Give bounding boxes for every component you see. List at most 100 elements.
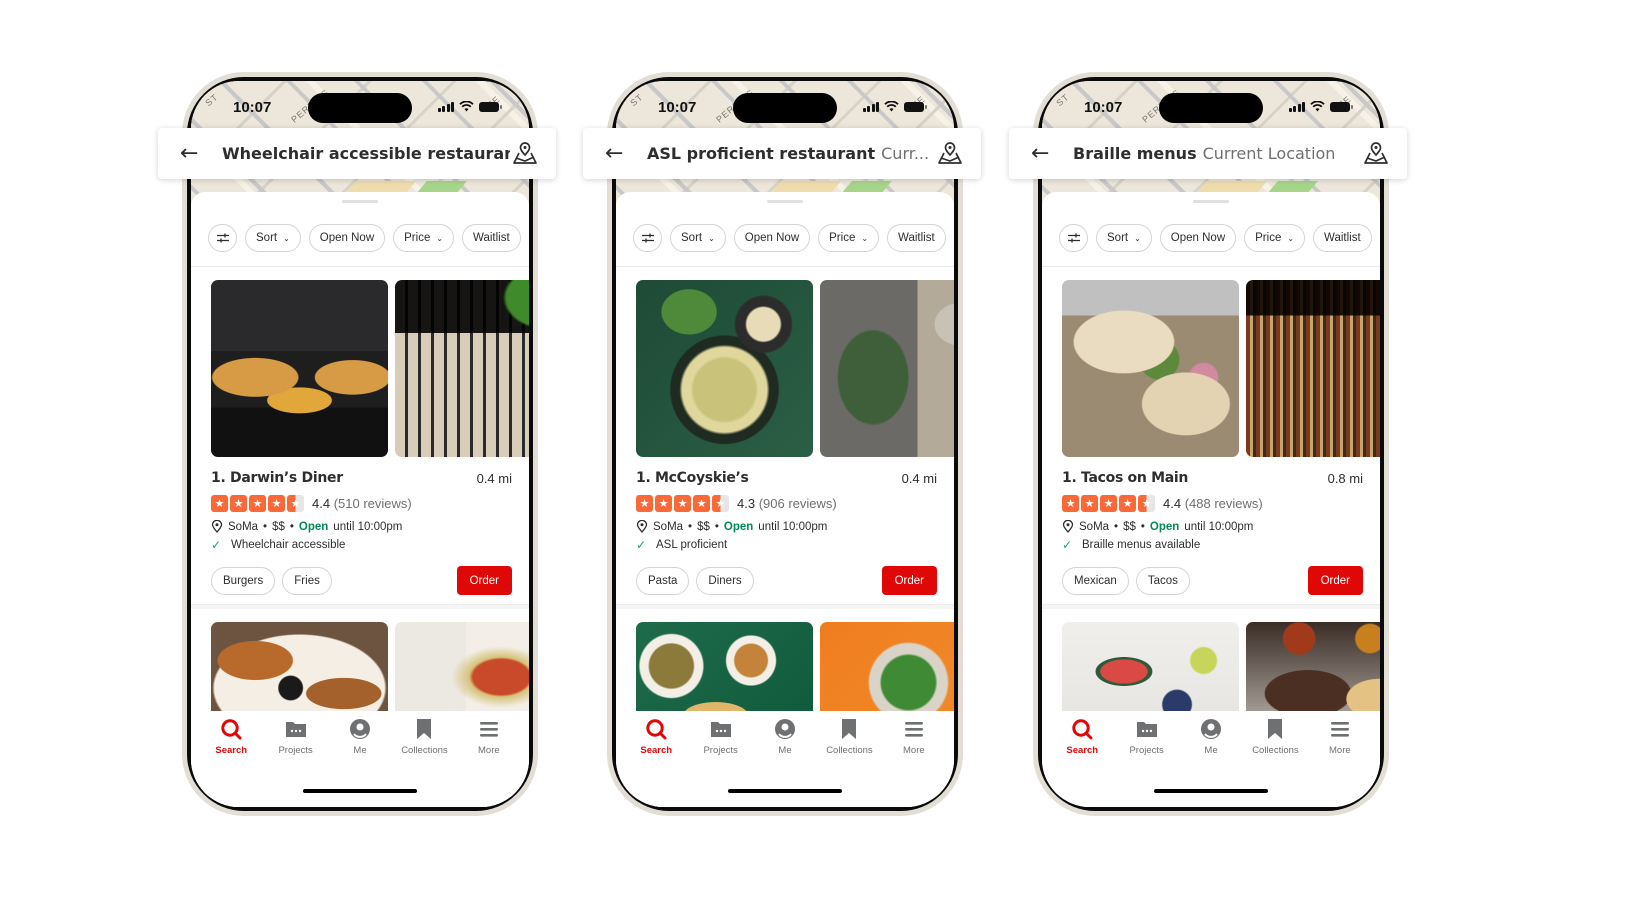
review-count[interactable]: (906 reviews): [759, 496, 837, 511]
waitlist-filter[interactable]: Waitlist: [1313, 224, 1372, 252]
tab-label: Projects: [1129, 745, 1164, 756]
photo-green-beans[interactable]: [820, 622, 954, 722]
profile-icon: [350, 719, 371, 739]
photo-shared-table[interactable]: [636, 622, 813, 722]
hours: until 10:00pm: [333, 520, 403, 533]
status-icons: [437, 101, 502, 112]
tab-projects[interactable]: Projects: [688, 717, 752, 807]
business-name[interactable]: 1. McCoyskie’s: [636, 470, 749, 486]
open-now-filter[interactable]: Open Now: [308, 224, 386, 252]
tab-collections[interactable]: Collections: [1243, 717, 1307, 807]
tab-label: Search: [215, 745, 248, 756]
map-view-button[interactable]: [1361, 139, 1391, 169]
category-tag[interactable]: Burgers: [211, 566, 276, 595]
price-filter[interactable]: Price ⌄: [393, 224, 455, 252]
tab-projects[interactable]: Projects: [263, 717, 327, 807]
map-view-button[interactable]: [935, 139, 965, 169]
sort-filter[interactable]: Sort ⌄: [670, 224, 726, 252]
photo-bar-bottles[interactable]: [1246, 280, 1380, 457]
tab-me[interactable]: Me: [1179, 717, 1243, 807]
business-card[interactable]: 1. Darwin’s Diner 0.4 mi ★ ★ ★ ★ ★ 4.4 (510 …: [211, 470, 512, 595]
waitlist-filter[interactable]: Waitlist: [462, 224, 521, 252]
category-tag[interactable]: Fries: [282, 566, 332, 595]
projects-folder-icon: [1136, 722, 1157, 737]
tab-collections[interactable]: Collections: [817, 717, 881, 807]
search-header[interactable]: ← Braille menus Current Location: [1009, 128, 1407, 179]
tab-projects[interactable]: Projects: [1114, 717, 1178, 807]
business-card[interactable]: 1. Tacos on Main 0.8 mi ★ ★ ★ ★ ★ 4.4 (488 r…: [1062, 470, 1363, 595]
photo-bbq-platter[interactable]: [1246, 622, 1380, 722]
photo-patio-dining[interactable]: [820, 280, 954, 457]
tab-search[interactable]: Search: [624, 717, 688, 807]
price-filter[interactable]: Price ⌄: [818, 224, 880, 252]
search-query: Wheelchair accessible restaurant: [222, 144, 510, 163]
category-tag[interactable]: Mexican: [1062, 566, 1129, 595]
sheet-grabber[interactable]: [767, 200, 803, 203]
tab-more[interactable]: More: [1308, 717, 1372, 807]
business-card[interactable]: 1. McCoyskie’s 0.4 mi ★ ★ ★ ★ ★ 4.3 (906 rev…: [636, 470, 937, 595]
sheet-grabber[interactable]: [1193, 200, 1229, 203]
photo-tacos-closeup[interactable]: [1062, 280, 1239, 457]
business-photos[interactable]: [1062, 280, 1380, 457]
price-filter[interactable]: Price ⌄: [1244, 224, 1306, 252]
next-business-photos[interactable]: [636, 622, 954, 722]
photo-restaurant-exterior[interactable]: [395, 280, 529, 457]
filters-button[interactable]: [1059, 224, 1088, 252]
open-now-filter[interactable]: Open Now: [1159, 224, 1237, 252]
tab-more[interactable]: More: [882, 717, 946, 807]
chevron-down-icon: ⌄: [861, 233, 869, 243]
sheet-grabber[interactable]: [342, 200, 378, 203]
search-header[interactable]: ← Wheelchair accessible restaurant: [158, 128, 556, 179]
search-field[interactable]: ASL proficient restaurant Curr...: [647, 144, 935, 163]
feature-label: Wheelchair accessible: [231, 539, 346, 551]
back-arrow-icon[interactable]: ←: [1031, 141, 1057, 166]
map-view-button[interactable]: [510, 139, 540, 169]
order-button[interactable]: Order: [881, 566, 937, 595]
open-now-filter[interactable]: Open Now: [733, 224, 811, 252]
category-tag[interactable]: Tacos: [1135, 566, 1190, 595]
business-distance: 0.4 mi: [901, 470, 937, 486]
filters-button[interactable]: [633, 224, 662, 252]
results-sheet: Sort ⌄ Open Now Price ⌄ Waitlist 1. Tacos …: [1042, 192, 1380, 807]
category-tag[interactable]: Diners: [696, 566, 754, 595]
next-business-photos[interactable]: [1062, 622, 1380, 722]
photo-chicken-waffles[interactable]: [211, 622, 388, 722]
back-arrow-icon[interactable]: ←: [180, 141, 206, 166]
order-button[interactable]: Order: [456, 566, 512, 595]
business-photos[interactable]: [211, 280, 529, 457]
sort-filter[interactable]: Sort ⌄: [245, 224, 301, 252]
tab-collections[interactable]: Collections: [392, 717, 456, 807]
business-name[interactable]: 1. Darwin’s Diner: [211, 470, 343, 486]
tab-more[interactable]: More: [457, 717, 521, 807]
battery-icon: [904, 101, 927, 112]
review-count[interactable]: (488 reviews): [1185, 496, 1263, 511]
search-field[interactable]: Wheelchair accessible restaurant: [222, 144, 510, 163]
signal-icon: [437, 101, 454, 112]
tab-search[interactable]: Search: [1050, 717, 1114, 807]
business-photos[interactable]: [636, 280, 954, 457]
tab-me[interactable]: Me: [753, 717, 817, 807]
back-arrow-icon[interactable]: ←: [605, 141, 631, 166]
next-business-photos[interactable]: [211, 622, 529, 722]
open-status: Open: [298, 520, 329, 533]
status-time: 10:07: [233, 99, 272, 116]
order-button[interactable]: Order: [1307, 566, 1363, 595]
waitlist-label: Waitlist: [898, 232, 935, 244]
tab-me[interactable]: Me: [328, 717, 392, 807]
status-icons: [1288, 101, 1353, 112]
business-distance: 0.4 mi: [476, 470, 512, 486]
filters-button[interactable]: [208, 224, 237, 252]
tab-search[interactable]: Search: [199, 717, 263, 807]
search-header[interactable]: ← ASL proficient restaurant Curr...: [583, 128, 981, 179]
business-name[interactable]: 1. Tacos on Main: [1062, 470, 1188, 486]
search-field[interactable]: Braille menus Current Location: [1073, 144, 1361, 163]
photo-table-spread[interactable]: [1062, 622, 1239, 722]
photo-tacos[interactable]: [395, 622, 529, 722]
photo-burgers-and-fries[interactable]: [211, 280, 388, 457]
category-tag[interactable]: Pasta: [636, 566, 690, 595]
sort-filter[interactable]: Sort ⌄: [1096, 224, 1152, 252]
neighborhood: SoMa: [653, 520, 684, 533]
review-count[interactable]: (510 reviews): [334, 496, 412, 511]
photo-ravioli-dish[interactable]: [636, 280, 813, 457]
waitlist-filter[interactable]: Waitlist: [887, 224, 946, 252]
